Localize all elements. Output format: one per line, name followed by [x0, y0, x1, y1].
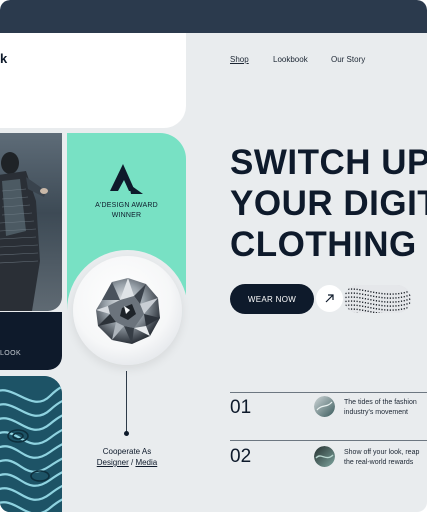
hero-line-2: YOUR DIGIT — [230, 184, 427, 223]
media-link[interactable]: Media — [135, 458, 157, 467]
list-item-line-1: Show off your look, reap — [344, 449, 420, 456]
wear-now-button[interactable]: WEAR NOW — [230, 284, 314, 314]
model-photo — [0, 152, 48, 311]
pattern-preview-pill[interactable] — [344, 285, 411, 313]
list-item-text: The tides of the fashion industry's move… — [344, 398, 417, 418]
pattern-card — [0, 376, 62, 512]
arrow-up-right-icon — [325, 294, 334, 303]
list-item-line-1: The tides of the fashion — [344, 399, 417, 406]
look-label: LOOK — [0, 350, 22, 357]
hero-headline: SWITCH UP YOUR DIGIT CLOTHING — [230, 142, 427, 265]
award-subtitle: WINNER — [111, 212, 142, 219]
award-text: A'DESIGN AWARD WINNER — [70, 201, 183, 221]
list-thumbnail — [314, 396, 335, 417]
connector-dot — [124, 431, 129, 436]
nav-lookbook[interactable]: Lookbook — [273, 55, 308, 64]
hero-line-3: CLOTHING — [230, 225, 417, 264]
cooperate-label: Cooperate As — [102, 447, 152, 456]
crumpled-metal-sculpture — [96, 278, 160, 344]
nav-shop[interactable]: Shop — [230, 55, 249, 64]
nav-our-story[interactable]: Our Story — [331, 55, 365, 64]
list-item-line-2: industry's movement — [344, 409, 408, 416]
adesign-a-logo-icon — [110, 164, 143, 194]
dot-pattern — [344, 285, 411, 313]
list-item-line-2: the real-world rewards — [344, 459, 414, 466]
list-divider — [230, 392, 427, 393]
brand-logo[interactable]: k — [0, 51, 7, 66]
app-window: k LOOK A'DESIGN AWARD WINNER Cooperate A… — [0, 0, 427, 512]
model-photo-card[interactable] — [0, 133, 62, 311]
list-number: 01 — [230, 397, 252, 418]
connector-line — [126, 371, 127, 433]
wave-pattern — [0, 376, 62, 512]
arrow-button[interactable] — [316, 285, 343, 312]
header-white-panel — [0, 33, 186, 128]
list-divider — [230, 440, 427, 441]
cooperate-text: Cooperate As Designer / Media — [84, 446, 170, 468]
list-thumbnail — [314, 446, 335, 467]
list-item-text: Show off your look, reap the real-world … — [344, 448, 419, 468]
list-number: 02 — [230, 446, 252, 467]
hero-line-1: SWITCH UP — [230, 143, 427, 182]
window-top-bar — [0, 0, 427, 33]
look-card[interactable]: LOOK — [0, 312, 62, 370]
award-title: A'DESIGN AWARD — [95, 202, 158, 209]
designer-link[interactable]: Designer — [97, 458, 129, 467]
